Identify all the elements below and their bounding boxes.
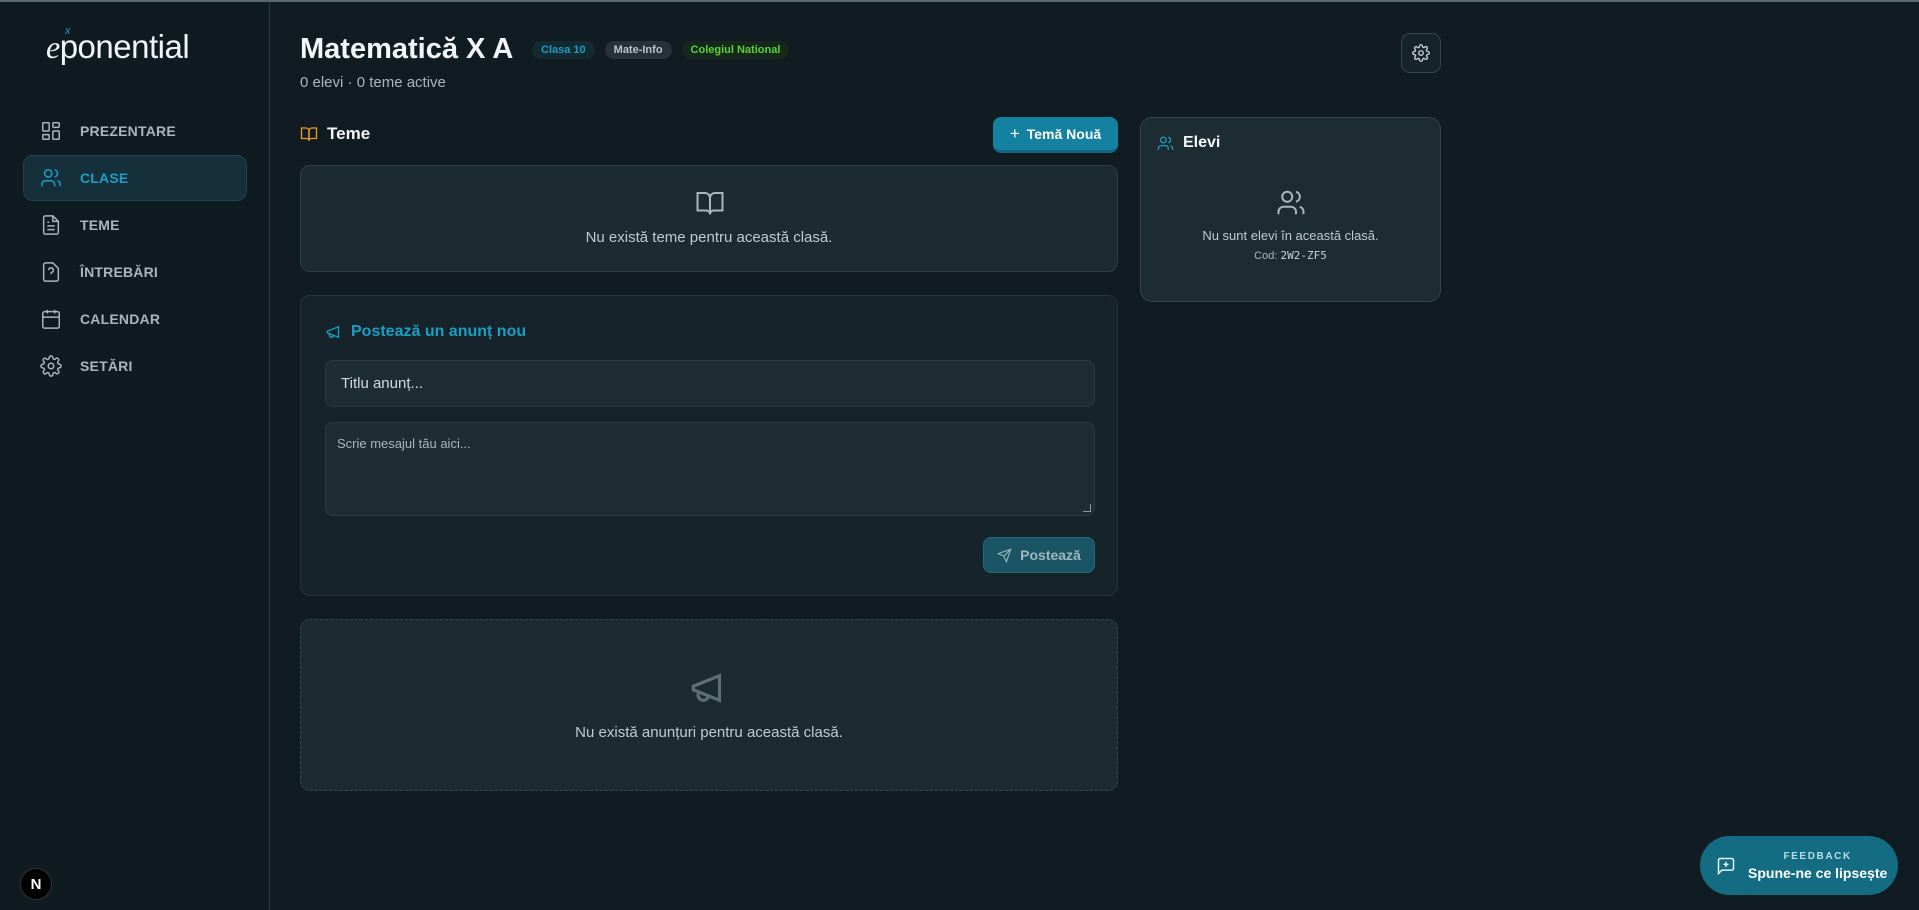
calendar-icon: [40, 308, 62, 330]
book-open-icon: [696, 192, 724, 215]
teme-heading-label: Teme: [327, 124, 371, 143]
send-icon: [997, 547, 1012, 563]
class-code-value[interactable]: 2W2-ZF5: [1280, 249, 1326, 262]
students-empty-message: Nu sunt elevi în această clasă.: [1202, 228, 1379, 243]
sidebar-item-teme[interactable]: TEME: [23, 202, 247, 248]
feedback-label: FEEDBACK: [1783, 850, 1852, 862]
users-icon: [1277, 190, 1305, 215]
class-settings-button[interactable]: [1401, 33, 1441, 73]
app-logo[interactable]: e x ponential: [46, 25, 190, 66]
new-assignment-label: Temă Nouă: [1026, 125, 1102, 142]
students-heading: Elevi: [1157, 134, 1220, 152]
students-card: Elevi Nu sunt elevi în această clasă. Co…: [1140, 117, 1441, 302]
announcement-form-title: Postează un anunț nou: [351, 323, 527, 340]
teme-empty-state: Nu există teme pentru această clasă.: [300, 165, 1118, 272]
megaphone-icon: [326, 325, 340, 339]
page-title: Matematică X A: [300, 33, 514, 65]
announcement-form: Postează un anunț nou Titlu anunț... Scr…: [300, 295, 1118, 596]
sidebar-item-setari[interactable]: SETĂRI: [23, 343, 247, 389]
announcement-form-heading: Postează un anunț nou: [325, 323, 526, 341]
sidebar-item-prezentare[interactable]: PREZENTARE: [23, 108, 247, 154]
dashboard-icon: [40, 120, 62, 142]
megaphone-icon: [691, 673, 722, 703]
teme-empty-message: Nu există teme pentru această clasă.: [585, 229, 833, 246]
tag-grade: Clasa 10: [532, 41, 595, 59]
feedback-button[interactable]: FEEDBACK Spune-ne ce lipsește: [1700, 836, 1898, 895]
logo-text: ponential: [59, 28, 190, 65]
feedback-cta: Spune-ne ce lipsește: [1748, 864, 1888, 881]
class-code-label: Cod:: [1254, 250, 1278, 262]
plus-icon: +: [1009, 123, 1020, 143]
sidebar-item-label: PREZENTARE: [80, 123, 176, 139]
nextjs-dev-badge[interactable]: N: [20, 868, 52, 900]
sidebar-nav: PREZENTARE CLASE TEME ÎNTREBĂRI CALENDAR: [23, 108, 247, 390]
sidebar-item-clase[interactable]: CLASE: [23, 155, 247, 201]
announcement-message-textarea[interactable]: Scrie mesajul tău aici...: [325, 422, 1095, 516]
users-icon: [40, 167, 62, 189]
sidebar-item-label: SETĂRI: [80, 358, 133, 374]
new-assignment-button[interactable]: + Temă Nouă: [993, 117, 1118, 153]
announcements-empty-message: Nu există anunțuri pentru această clasă.: [575, 724, 843, 741]
class-code: Cod: 2W2-ZF5: [1141, 249, 1440, 262]
tag-school: Colegiul National: [681, 41, 790, 59]
tag-profile: Mate-Info: [604, 41, 672, 59]
students-heading-label: Elevi: [1183, 134, 1221, 151]
sidebar-item-intrebari[interactable]: ÎNTREBĂRI: [23, 249, 247, 295]
sidebar-item-label: CALENDAR: [80, 311, 161, 327]
resize-handle-icon[interactable]: [1083, 504, 1091, 512]
post-button-label: Postează: [1020, 547, 1081, 563]
sidebar-item-calendar[interactable]: CALENDAR: [23, 296, 247, 342]
sidebar-item-label: CLASE: [80, 170, 129, 186]
class-tags: Clasa 10 Mate-Info Colegiul National: [532, 41, 790, 59]
question-icon: [40, 261, 62, 283]
users-icon: [1157, 135, 1174, 150]
message-plus-icon: [1717, 857, 1735, 875]
sidebar-item-label: ÎNTREBĂRI: [80, 264, 159, 280]
feedback-text: FEEDBACK Spune-ne ce lipsește: [1748, 851, 1887, 881]
logo-e: e: [46, 29, 60, 65]
announcement-title-input[interactable]: Titlu anunț...: [325, 360, 1095, 407]
teme-heading: Teme: [300, 124, 370, 144]
announcements-empty-state: Nu există anunțuri pentru această clasă.: [300, 619, 1118, 791]
announcement-message-placeholder: Scrie mesajul tău aici...: [337, 436, 471, 451]
post-announcement-button[interactable]: Postează: [983, 537, 1095, 573]
gear-icon: [40, 355, 62, 377]
sidebar-item-label: TEME: [80, 217, 120, 233]
logo-x: x: [65, 25, 71, 37]
class-stats: 0 elevi · 0 teme active: [300, 74, 446, 91]
document-icon: [40, 214, 62, 236]
book-icon: [300, 127, 318, 141]
gear-icon: [1412, 44, 1430, 62]
sidebar: e x ponential PREZENTARE CLASE TEME ÎNTREB…: [0, 2, 270, 910]
